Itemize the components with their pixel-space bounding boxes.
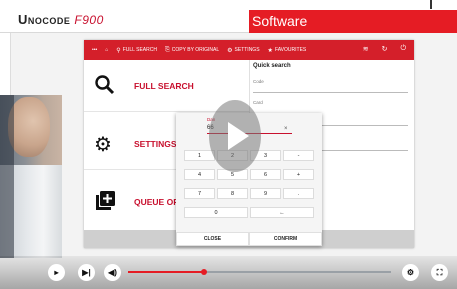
toolbar-label: COPY BY ORIGINAL <box>171 47 220 53</box>
partial-button-icon[interactable]: ▸ <box>48 264 65 281</box>
key-9[interactable]: 9 <box>250 188 281 199</box>
section-banner: Software <box>249 10 457 33</box>
next-icon[interactable]: ▶| <box>78 264 95 281</box>
video-header: Unocode F900 Software <box>0 0 457 33</box>
progress-knob[interactable] <box>201 269 208 275</box>
settings-icon[interactable]: ⚙ <box>402 264 419 281</box>
toolbar-label: SETTINGS <box>234 47 260 53</box>
search-icon: ⚲ <box>116 47 121 54</box>
brand-logo: Unocode F900 <box>18 12 104 27</box>
fullscreen-icon[interactable]: ⛶ <box>431 264 448 281</box>
gear-icon: ⚙ <box>227 47 233 54</box>
progress-fill <box>128 271 205 273</box>
toolbar-right-icons: ≋ ↻ ⏻ <box>363 45 406 53</box>
toolbar-full-search[interactable]: ⚲ FULL SEARCH <box>116 47 157 54</box>
search-icon <box>94 74 116 102</box>
app-toolbar: ••• ⌂ ⚲ FULL SEARCH ⎘ COPY BY ORIGINAL ⚙ SE… <box>84 40 414 60</box>
presenter-video <box>0 95 62 258</box>
key-minus[interactable]: - <box>283 150 314 161</box>
presenter-shadow <box>0 95 14 258</box>
clear-icon[interactable]: × <box>284 126 288 132</box>
presenter-head <box>8 97 50 157</box>
play-icon <box>228 122 249 150</box>
refresh-icon[interactable]: ↻ <box>382 45 388 53</box>
toolbar-settings[interactable]: ⚙ SETTINGS <box>227 47 259 54</box>
gear-icon: ⚙ <box>94 134 112 156</box>
menu-label: QUEUE OF <box>134 197 179 207</box>
home-icon[interactable]: ⌂ <box>105 47 108 53</box>
key-dot[interactable]: . <box>283 188 314 199</box>
power-icon[interactable]: ⏻ <box>400 45 406 53</box>
brand-model: F900 <box>74 13 104 27</box>
menu-label: FULL SEARCH <box>134 81 194 91</box>
wifi-icon[interactable]: ≋ <box>363 45 369 53</box>
app-logo-mark: ••• <box>92 47 98 53</box>
toolbar-label: FULL SEARCH <box>122 47 157 53</box>
confirm-button[interactable]: CONFIRM <box>249 232 322 246</box>
volume-icon[interactable]: ◀) <box>104 264 121 281</box>
key-0[interactable]: 0 <box>184 207 248 218</box>
divider-line <box>430 0 432 9</box>
key-plus[interactable]: + <box>283 169 314 180</box>
video-controls: ▸ ▶| ◀) ⚙ ⛶ <box>0 256 457 289</box>
section-title: Software <box>252 13 308 29</box>
toolbar-favourites[interactable]: ★ FAVOURITES <box>268 47 307 54</box>
copy-icon: ⎘ <box>164 46 170 53</box>
key-8[interactable]: 8 <box>217 188 248 199</box>
brand-name: Unocode <box>18 12 71 27</box>
toolbar-label: FAVOURITES <box>274 47 307 53</box>
toolbar-copy-by-original[interactable]: ⎘ COPY BY ORIGINAL <box>165 47 219 54</box>
close-button[interactable]: CLOSE <box>176 232 249 246</box>
menu-label: SETTINGS <box>134 139 177 149</box>
app-logo: ••• <box>92 47 97 53</box>
code-input[interactable] <box>253 92 408 93</box>
backspace-key[interactable]: ← <box>250 207 314 218</box>
add-queue-icon <box>94 190 116 218</box>
code-field-label: Code <box>253 79 264 84</box>
star-icon: ★ <box>267 47 273 54</box>
key-7[interactable]: 7 <box>184 188 215 199</box>
quick-search-title: Quick search <box>253 63 291 69</box>
